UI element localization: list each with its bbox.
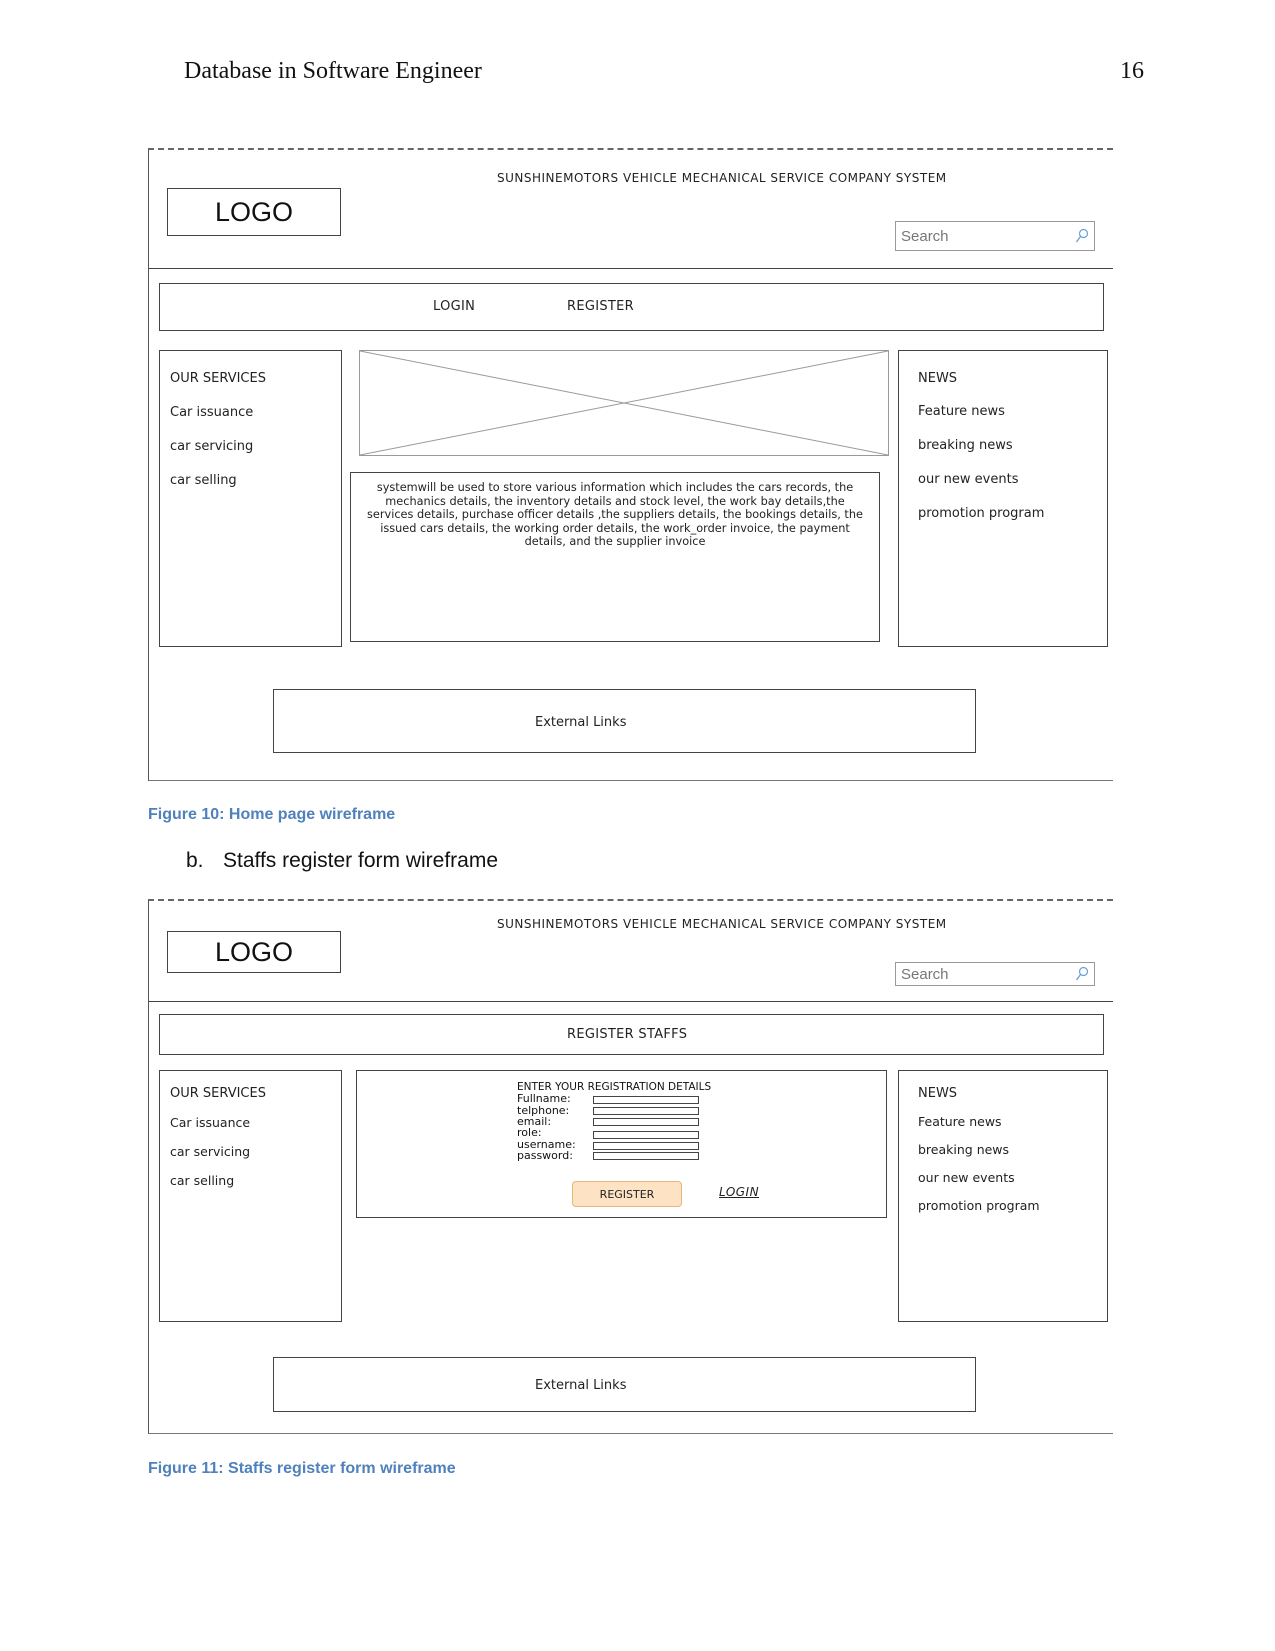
username-input[interactable] — [593, 1142, 699, 1150]
external-links-bar[interactable]: External Links — [273, 689, 976, 753]
service-item[interactable]: Car issuance — [170, 1115, 250, 1130]
services-panel: OUR SERVICES Car issuance car servicing … — [159, 350, 342, 647]
service-item[interactable]: car selling — [170, 1173, 234, 1188]
nav-bar: REGISTER STAFFS — [159, 1014, 1104, 1055]
news-heading: NEWS — [918, 1086, 958, 1101]
registration-form-panel: ENTER YOUR REGISTRATION DETAILS Fullname… — [356, 1070, 887, 1218]
description-line: issued cars details, the working order d… — [380, 521, 850, 535]
image-placeholder-cross-icon — [359, 350, 889, 456]
news-item[interactable]: Feature news — [918, 1114, 1002, 1129]
search-placeholder: Search — [901, 965, 949, 983]
image-placeholder — [359, 350, 889, 456]
services-heading: OUR SERVICES — [170, 1086, 266, 1101]
description-line: systemwill be used to store various info… — [376, 481, 854, 494]
label-password: password: — [517, 1149, 573, 1162]
nav-register[interactable]: REGISTER — [567, 299, 634, 314]
label-fullname: Fullname: — [517, 1092, 571, 1105]
search-input[interactable]: Search — [895, 221, 1095, 251]
description-text: systemwill be used to store various info… — [357, 481, 873, 549]
news-panel: NEWS Feature news breaking news our new … — [898, 1070, 1108, 1322]
description-line: details, and the supplier invoice — [524, 535, 706, 548]
news-item[interactable]: our new events — [918, 472, 1018, 487]
system-title: SUNSHINEMOTORS VEHICLE MECHANICAL SERVIC… — [497, 917, 947, 931]
staff-register-wireframe: SUNSHINEMOTORS VEHICLE MECHANICAL SERVIC… — [148, 899, 1113, 1434]
role-input[interactable] — [593, 1131, 699, 1139]
external-links-label[interactable]: External Links — [535, 715, 626, 730]
nav-login[interactable]: LOGIN — [433, 299, 475, 314]
figure-10-caption: Figure 10: Home page wireframe — [148, 806, 396, 823]
home-page-wireframe: SUNSHINEMOTORS VEHICLE MECHANICAL SERVIC… — [148, 148, 1113, 781]
description-line: services details, purchase officer detai… — [367, 508, 863, 521]
nav-bar: LOGIN REGISTER — [159, 283, 1104, 331]
running-head: Database in Software Engineer — [184, 58, 482, 84]
external-links-bar[interactable]: External Links — [273, 1357, 976, 1412]
service-item[interactable]: car servicing — [170, 1144, 250, 1159]
page-number: 16 — [1120, 58, 1144, 84]
logo-placeholder: LOGO — [167, 931, 341, 973]
register-button[interactable]: REGISTER — [572, 1181, 682, 1207]
news-heading: NEWS — [918, 371, 958, 386]
service-item[interactable]: car selling — [170, 473, 237, 488]
logo-text: LOGO — [214, 936, 294, 967]
search-icon[interactable] — [1075, 966, 1089, 982]
news-item[interactable]: promotion program — [918, 506, 1044, 521]
section-heading-b: b. Staffs register form wireframe — [186, 849, 498, 873]
fullname-input[interactable] — [593, 1096, 699, 1104]
search-icon[interactable] — [1075, 228, 1089, 244]
nav-title-register-staffs: REGISTER STAFFS — [567, 1027, 688, 1042]
news-item[interactable]: our new events — [918, 1170, 1015, 1185]
news-item[interactable]: promotion program — [918, 1198, 1040, 1213]
news-panel: NEWS Feature news breaking news our new … — [898, 350, 1108, 647]
section-title: Staffs register form wireframe — [223, 849, 499, 872]
password-input[interactable] — [593, 1152, 699, 1160]
service-item[interactable]: Car issuance — [170, 405, 253, 420]
service-item[interactable]: car servicing — [170, 439, 253, 454]
services-heading: OUR SERVICES — [170, 371, 266, 386]
search-input[interactable]: Search — [895, 962, 1095, 986]
figure-11-caption: Figure 11: Staffs register form wirefram… — [148, 1460, 456, 1477]
external-links-label[interactable]: External Links — [535, 1378, 626, 1393]
header-divider — [149, 1001, 1113, 1002]
logo-text: LOGO — [214, 196, 294, 227]
news-item[interactable]: breaking news — [918, 1142, 1009, 1157]
header-divider — [149, 268, 1113, 269]
section-number: b. — [186, 849, 204, 872]
login-link[interactable]: LOGIN — [719, 1185, 759, 1199]
services-panel: OUR SERVICES Car issuance car servicing … — [159, 1070, 342, 1322]
search-placeholder: Search — [901, 227, 949, 245]
news-item[interactable]: breaking news — [918, 438, 1013, 453]
description-panel: systemwill be used to store various info… — [350, 472, 880, 642]
label-role: role: — [517, 1126, 542, 1139]
description-line: mechanics details, the inventory details… — [385, 494, 845, 508]
telphone-input[interactable] — [593, 1107, 699, 1115]
system-title: SUNSHINEMOTORS VEHICLE MECHANICAL SERVIC… — [497, 171, 947, 185]
email-input[interactable] — [593, 1118, 699, 1126]
news-item[interactable]: Feature news — [918, 404, 1005, 419]
logo-placeholder: LOGO — [167, 188, 341, 236]
